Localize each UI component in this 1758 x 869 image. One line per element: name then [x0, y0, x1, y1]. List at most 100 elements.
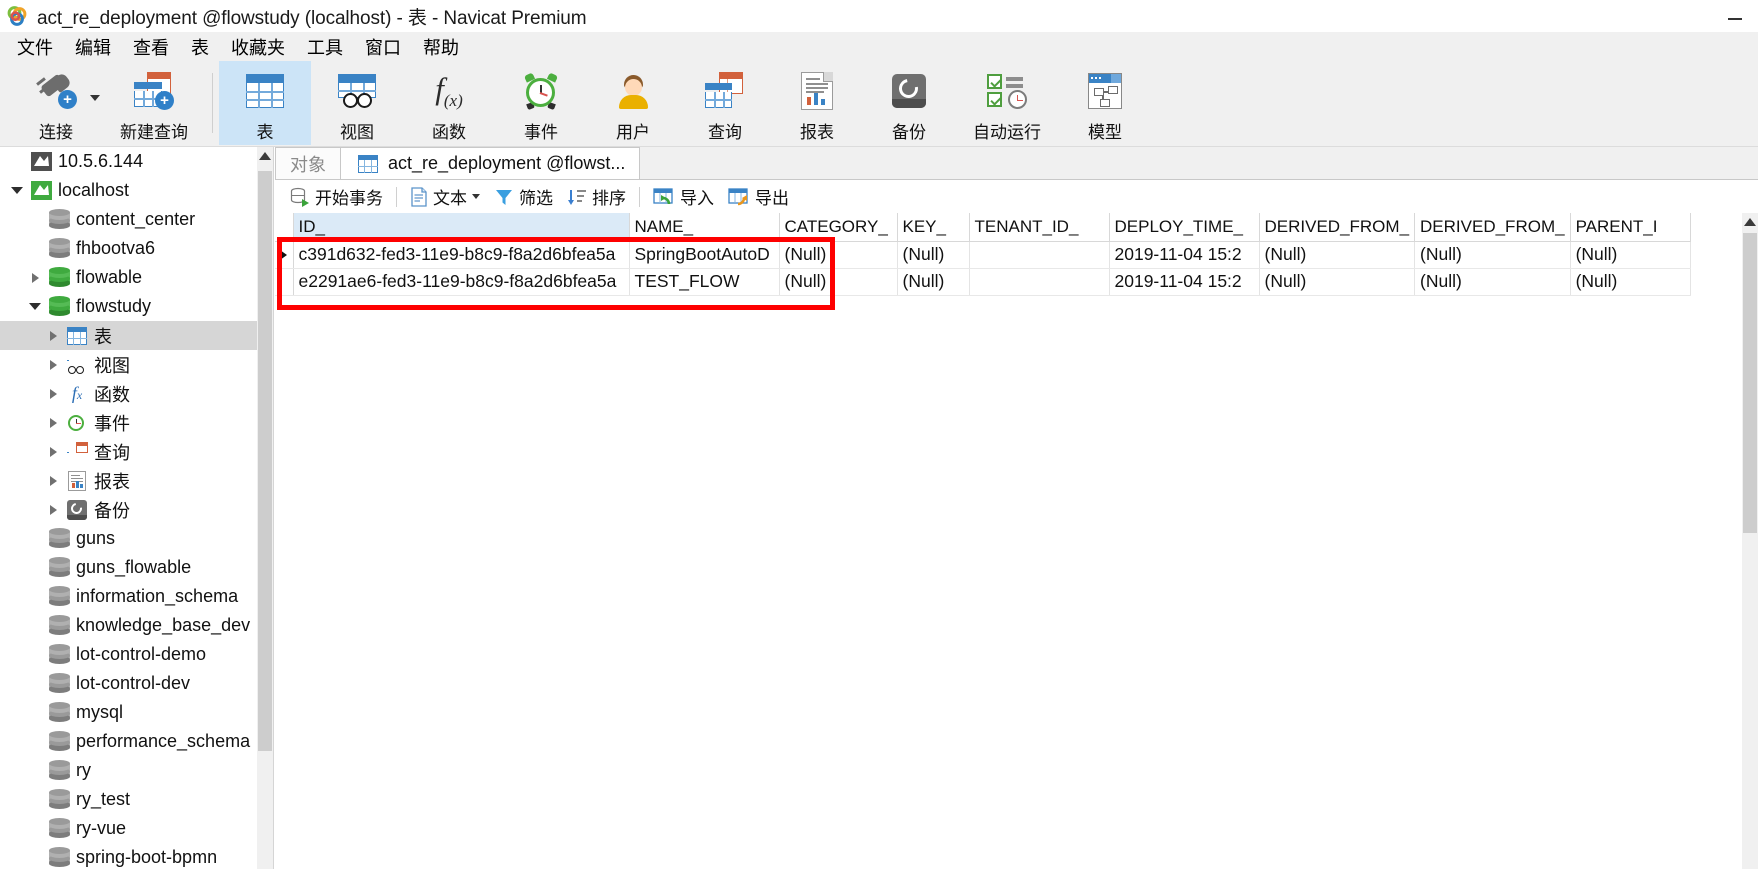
- tree-item-ry[interactable]: ry: [0, 756, 273, 785]
- table-cell[interactable]: c391d632-fed3-11e9-b8c9-f8a2d6bfea5a: [293, 241, 630, 269]
- tree-item-knowledge_base_dev[interactable]: knowledge_base_dev: [0, 611, 273, 640]
- table-cell[interactable]: SpringBootAutoD: [629, 241, 780, 269]
- tree-item-lot-control-dev[interactable]: lot-control-dev: [0, 669, 273, 698]
- chevron-right-icon[interactable]: [42, 417, 64, 428]
- tree-item-performance_schema[interactable]: performance_schema: [0, 727, 273, 756]
- filter-button[interactable]: 筛选: [487, 183, 560, 211]
- grid-scroll-thumb[interactable]: [1743, 233, 1757, 533]
- tree-item-[interactable]: 查询: [0, 437, 273, 466]
- minimize-button[interactable]: [1712, 0, 1758, 32]
- table-cell[interactable]: (Null): [897, 241, 970, 269]
- toolbar-button-function[interactable]: f(x) 函数: [403, 61, 495, 145]
- tree-item-guns[interactable]: guns: [0, 524, 273, 553]
- tree-item-content_center[interactable]: content_center: [0, 205, 273, 234]
- toolbar-button-report[interactable]: 报表: [771, 61, 863, 145]
- chevron-right-icon[interactable]: [42, 475, 64, 486]
- tree-item-ry-vue[interactable]: ry-vue: [0, 814, 273, 843]
- tree-item-fhbootva6[interactable]: fhbootva6: [0, 234, 273, 263]
- menu-view[interactable]: 查看: [122, 32, 180, 62]
- tree-item-1056144[interactable]: 10.5.6.144: [0, 147, 273, 176]
- tree-item-ry_test[interactable]: ry_test: [0, 785, 273, 814]
- table-cell[interactable]: (Null): [1414, 268, 1571, 296]
- toolbar-button-query[interactable]: 查询: [679, 61, 771, 145]
- tree-item-mysql[interactable]: mysql: [0, 698, 273, 727]
- column-header-name-1[interactable]: NAME_: [629, 213, 780, 242]
- column-header-deploytime-5[interactable]: DEPLOY_TIME_: [1109, 213, 1260, 242]
- chevron-down-icon[interactable]: [472, 194, 480, 199]
- chevron-down-icon[interactable]: [6, 187, 28, 194]
- toolbar-button-new-query[interactable]: + 新建查询: [102, 61, 206, 145]
- column-header-id-0[interactable]: ID_: [293, 213, 630, 242]
- tab-objects[interactable]: 对象: [275, 147, 341, 179]
- table-row[interactable]: e2291ae6-fed3-11e9-b8c9-f8a2d6bfea5a TEST…: [275, 268, 1691, 296]
- toolbar-button-automation[interactable]: 自动运行: [955, 61, 1059, 145]
- menu-edit[interactable]: 编辑: [64, 32, 122, 62]
- tree-item-flowable[interactable]: flowable: [0, 263, 273, 292]
- menu-favorites[interactable]: 收藏夹: [220, 32, 296, 62]
- table-cell[interactable]: (Null): [779, 241, 898, 269]
- grid-vertical-scrollbar[interactable]: [1742, 213, 1758, 869]
- menu-help[interactable]: 帮助: [412, 32, 470, 62]
- column-header-parenti-8[interactable]: PARENT_I: [1570, 213, 1691, 242]
- toolbar-button-user[interactable]: 用户: [587, 61, 679, 145]
- table-cell[interactable]: e2291ae6-fed3-11e9-b8c9-f8a2d6bfea5a: [293, 268, 630, 296]
- table-cell[interactable]: (Null): [1414, 241, 1571, 269]
- tree-item-information_schema[interactable]: information_schema: [0, 582, 273, 611]
- toolbar-button-backup[interactable]: 备份: [863, 61, 955, 145]
- column-header-key-3[interactable]: KEY_: [897, 213, 970, 242]
- row-current-marker[interactable]: [275, 268, 294, 296]
- toolbar-button-table[interactable]: 表: [219, 61, 311, 145]
- column-header-category-2[interactable]: CATEGORY_: [779, 213, 898, 242]
- table-cell[interactable]: (Null): [1259, 241, 1416, 269]
- chevron-right-icon[interactable]: [42, 330, 64, 341]
- table-cell[interactable]: [969, 241, 1110, 269]
- toolbar-button-connection[interactable]: + 连接: [10, 61, 102, 145]
- scroll-up-icon[interactable]: [1742, 213, 1758, 230]
- menu-table[interactable]: 表: [180, 32, 220, 62]
- toolbar-button-model[interactable]: 模型: [1059, 61, 1151, 145]
- table-cell[interactable]: 2019-11-04 15:2: [1109, 268, 1260, 296]
- scroll-up-icon[interactable]: [257, 147, 273, 164]
- chevron-right-icon[interactable]: [24, 272, 46, 283]
- row-current-marker[interactable]: [275, 241, 294, 269]
- sort-button[interactable]: 排序: [560, 183, 633, 211]
- table-cell[interactable]: (Null): [1570, 241, 1691, 269]
- tree-item-flowstudy[interactable]: flowstudy: [0, 292, 273, 321]
- tree-item-guns_flowable[interactable]: guns_flowable: [0, 553, 273, 582]
- tree-item-lot-control-demo[interactable]: lot-control-demo: [0, 640, 273, 669]
- chevron-right-icon[interactable]: [42, 446, 64, 457]
- table-row[interactable]: c391d632-fed3-11e9-b8c9-f8a2d6bfea5a Spri…: [275, 241, 1691, 269]
- column-header-derivedfrom-7[interactable]: DERIVED_FROM_: [1414, 213, 1571, 242]
- chevron-right-icon[interactable]: [42, 388, 64, 399]
- tree-item-spring-boot-bpmn[interactable]: spring-boot-bpmn: [0, 843, 273, 869]
- column-header-tenantid-4[interactable]: TENANT_ID_: [969, 213, 1110, 242]
- tree-item-localhost[interactable]: localhost: [0, 176, 273, 205]
- export-button[interactable]: 导出: [721, 183, 796, 211]
- table-cell[interactable]: [969, 268, 1110, 296]
- table-cell[interactable]: 2019-11-04 15:2: [1109, 241, 1260, 269]
- tree-item-[interactable]: 表: [0, 321, 273, 350]
- table-cell[interactable]: TEST_FLOW: [629, 268, 780, 296]
- tree-item-[interactable]: fx 函数: [0, 379, 273, 408]
- import-button[interactable]: 导入: [646, 183, 721, 211]
- tree-item-[interactable]: 视图: [0, 350, 273, 379]
- chevron-right-icon[interactable]: [42, 359, 64, 370]
- sidebar-scrollbar[interactable]: [257, 147, 273, 869]
- table-cell[interactable]: (Null): [1570, 268, 1691, 296]
- begin-transaction-button[interactable]: 开始事务: [283, 183, 390, 211]
- tree-item-[interactable]: 事件: [0, 408, 273, 437]
- menu-tools[interactable]: 工具: [296, 32, 354, 62]
- sidebar-scroll-thumb[interactable]: [258, 171, 272, 751]
- table-cell[interactable]: (Null): [1259, 268, 1416, 296]
- text-view-button[interactable]: 文本: [403, 183, 487, 211]
- chevron-down-icon[interactable]: [90, 95, 100, 101]
- tab-act-re-deployment[interactable]: act_re_deployment @flowst...: [340, 147, 641, 179]
- toolbar-button-view[interactable]: 视图: [311, 61, 403, 145]
- column-header-derivedfrom-6[interactable]: DERIVED_FROM_: [1259, 213, 1416, 242]
- tree-item-[interactable]: 备份: [0, 495, 273, 524]
- table-cell[interactable]: (Null): [779, 268, 898, 296]
- menu-file[interactable]: 文件: [6, 32, 64, 62]
- menu-window[interactable]: 窗口: [354, 32, 412, 62]
- chevron-down-icon[interactable]: [24, 303, 46, 310]
- tree-item-[interactable]: 报表: [0, 466, 273, 495]
